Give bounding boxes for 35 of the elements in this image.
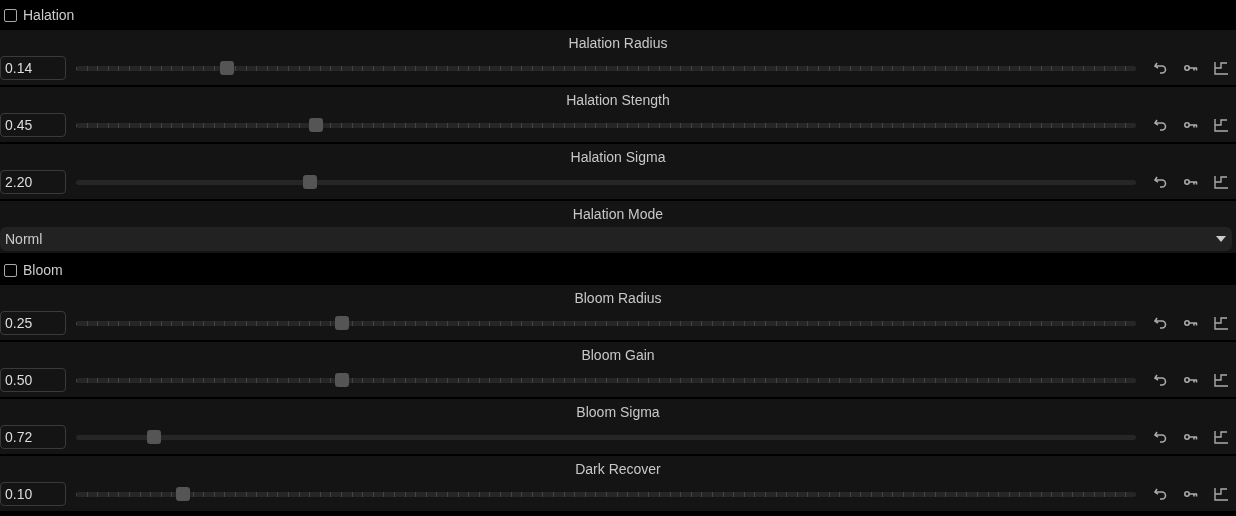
curve-icon[interactable] xyxy=(1212,173,1230,191)
enable-checkbox[interactable] xyxy=(4,8,17,22)
slider-label: Halation Sigma xyxy=(570,148,666,166)
slider-label: Halation Stength xyxy=(566,91,670,109)
slider-thumb[interactable] xyxy=(335,372,350,387)
slider-label: Bloom Sigma xyxy=(576,403,660,421)
curve-icon[interactable] xyxy=(1212,116,1230,134)
value-field[interactable]: 2.20 xyxy=(0,170,66,194)
slider-label: Halation Radius xyxy=(568,34,668,52)
curve-icon[interactable] xyxy=(1212,59,1230,77)
select-label: Halation Mode xyxy=(572,205,664,223)
curve-icon[interactable] xyxy=(1212,485,1230,503)
slider-thumb[interactable] xyxy=(219,60,234,75)
section-label: Bloom xyxy=(23,262,63,278)
slider-thumb[interactable] xyxy=(176,486,191,501)
value-field[interactable]: 0.50 xyxy=(0,368,66,392)
slider-thumb[interactable] xyxy=(303,174,318,189)
value-field[interactable]: 0.10 xyxy=(0,482,66,506)
mode-dropdown[interactable]: Norml xyxy=(0,227,1232,251)
slider-thumb[interactable] xyxy=(308,117,323,132)
curve-icon[interactable] xyxy=(1212,371,1230,389)
slider-thumb[interactable] xyxy=(147,429,162,444)
dropdown-caret-icon xyxy=(1216,236,1226,242)
enable-checkbox[interactable] xyxy=(4,263,17,277)
section-label: Halation xyxy=(23,7,75,23)
value-field[interactable]: 0.72 xyxy=(0,425,66,449)
value-field[interactable]: 0.14 xyxy=(0,56,66,80)
slider-thumb[interactable] xyxy=(335,315,350,330)
slider-label: Bloom Radius xyxy=(574,289,662,307)
curve-icon[interactable] xyxy=(1212,314,1230,332)
slider-label: Dark Recover xyxy=(575,460,661,478)
curve-icon[interactable] xyxy=(1212,428,1230,446)
value-field[interactable]: 0.45 xyxy=(0,113,66,137)
value-field[interactable]: 0.25 xyxy=(0,311,66,335)
slider-label: Bloom Gain xyxy=(581,346,655,364)
